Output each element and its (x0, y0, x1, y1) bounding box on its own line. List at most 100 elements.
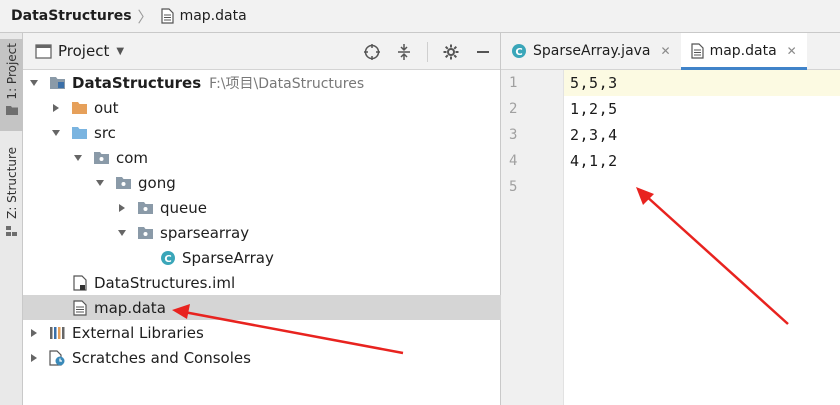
hide-panel-icon[interactable] (474, 43, 492, 61)
line-number: 1 (509, 75, 518, 91)
chevron-down-icon[interactable] (93, 176, 107, 190)
gear-icon[interactable] (442, 43, 460, 61)
tree-item-label: src (94, 123, 116, 142)
tree-item-datastructures[interactable]: DataStructures F:\项目\DataStructures (23, 70, 501, 95)
line-number: 4 (509, 153, 518, 169)
close-icon[interactable]: ✕ (787, 44, 797, 58)
chevron-right-icon[interactable] (27, 326, 41, 340)
library-icon (49, 325, 66, 341)
package-icon (137, 200, 154, 216)
folder-icon (5, 105, 18, 115)
code-line[interactable]: 4,1,2 (564, 148, 840, 174)
chevron-right-icon[interactable] (27, 351, 41, 365)
scratches-icon (49, 349, 66, 366)
line-number-row: 1 (501, 70, 563, 96)
tab-label: map.data (709, 43, 777, 59)
tab-project-tool-window[interactable]: 1: Project (0, 39, 23, 131)
svg-text:C: C (164, 254, 171, 265)
line-number-row: 5 (501, 174, 563, 200)
iml-file-icon (71, 274, 88, 291)
line-number-row: 4 (501, 148, 563, 174)
line-number-row: 3 (501, 122, 563, 148)
chevron-down-icon[interactable] (49, 126, 63, 140)
tree-item-com[interactable]: com (23, 145, 501, 170)
chevron-down-icon[interactable] (27, 76, 41, 90)
code-line-text: 1,2,5 (570, 100, 618, 118)
tree-item-label: DataStructures (72, 73, 202, 92)
code-editor[interactable]: 5,5,3 1,2,5 2,3,4 4,1,2 (564, 70, 840, 405)
code-line-text: 5,5,3 (570, 74, 618, 92)
editor-panel: C SparseArray.java ✕ map.data ✕ 1 2 3 4 … (501, 33, 840, 405)
project-panel: Project ▼ DataStructures F:\项目\DataStruc… (23, 33, 501, 405)
structure-icon (5, 225, 17, 236)
code-line-text: 4,1,2 (570, 152, 618, 170)
tree-item-label: queue (160, 198, 207, 217)
line-number: 5 (509, 179, 518, 195)
java-class-icon: C (512, 44, 526, 58)
tree-item-label: DataStructures.iml (94, 273, 236, 292)
tree-item-src[interactable]: src (23, 120, 501, 145)
collapse-all-icon[interactable] (395, 43, 413, 61)
tree-item-gong[interactable]: gong (23, 170, 501, 195)
file-icon (71, 299, 88, 316)
code-line[interactable]: 5,5,3 (564, 70, 840, 96)
line-number-gutter: 1 2 3 4 5 (501, 70, 564, 405)
line-number: 3 (509, 127, 518, 143)
chevron-right-icon[interactable] (49, 101, 63, 115)
tree-item-external-libraries[interactable]: External Libraries (23, 320, 501, 345)
locate-icon[interactable] (363, 43, 381, 61)
close-icon[interactable]: ✕ (661, 44, 671, 58)
chevron-down-icon[interactable] (71, 151, 85, 165)
package-icon (137, 225, 154, 241)
breadcrumb-file-label: map.data (179, 8, 247, 24)
breadcrumb-project[interactable]: DataStructures (11, 8, 132, 24)
java-class-icon: C (159, 250, 176, 266)
tree-item-iml-file[interactable]: DataStructures.iml (23, 270, 501, 295)
breadcrumb-separator-icon: 〉 (137, 7, 153, 26)
package-icon (93, 150, 110, 166)
tree-item-queue[interactable]: queue (23, 195, 501, 220)
tree-item-label: gong (138, 173, 176, 192)
chevron-down-icon[interactable] (115, 226, 129, 240)
tree-item-scratches[interactable]: Scratches and Consoles (23, 345, 501, 370)
folder-icon (71, 125, 88, 141)
tree-item-label: map.data (94, 298, 166, 317)
editor-tabs: C SparseArray.java ✕ map.data ✕ (501, 33, 840, 70)
tree-item-sparsearray-class[interactable]: C SparseArray (23, 245, 501, 270)
project-panel-title[interactable]: Project (58, 42, 109, 60)
tree-item-label: External Libraries (72, 323, 204, 342)
chevron-down-icon[interactable]: ▼ (116, 46, 124, 57)
project-panel-header: Project ▼ (23, 33, 500, 70)
code-line[interactable]: 2,3,4 (564, 122, 840, 148)
tree-item-label: sparsearray (160, 223, 250, 242)
tree-item-out[interactable]: out (23, 95, 501, 120)
tab-project-label: 1: Project (4, 43, 19, 100)
file-icon (690, 43, 704, 59)
tree-item-label: com (116, 148, 149, 167)
folder-icon (71, 100, 88, 116)
tree-item-label: Scratches and Consoles (72, 348, 251, 367)
breadcrumb: DataStructures 〉 map.data (0, 0, 840, 33)
file-icon (160, 8, 174, 24)
breadcrumb-file[interactable]: map.data (160, 8, 247, 24)
tab-structure-label: Z: Structure (4, 147, 19, 219)
line-number-row: 2 (501, 96, 563, 122)
tab-sparsearray-java[interactable]: C SparseArray.java ✕ (501, 33, 681, 69)
tree-item-map-data[interactable]: map.data (23, 295, 501, 320)
code-line[interactable] (564, 174, 840, 200)
tree-item-label: out (94, 98, 119, 117)
code-line[interactable]: 1,2,5 (564, 96, 840, 122)
chevron-right-icon[interactable] (115, 201, 129, 215)
tab-label: SparseArray.java (533, 43, 651, 59)
code-line-text: 2,3,4 (570, 126, 618, 144)
project-path: F:\项目\DataStructures (209, 75, 365, 92)
module-folder-icon (49, 75, 66, 91)
project-icon (35, 43, 52, 59)
tab-map-data[interactable]: map.data ✕ (680, 33, 807, 70)
package-icon (115, 175, 132, 191)
svg-text:C: C (515, 47, 522, 58)
tree-item-sparsearray[interactable]: sparsearray (23, 220, 501, 245)
tree-item-label: SparseArray (182, 248, 274, 267)
line-number: 2 (509, 101, 518, 117)
tab-structure-tool-window[interactable]: Z: Structure (0, 147, 23, 247)
